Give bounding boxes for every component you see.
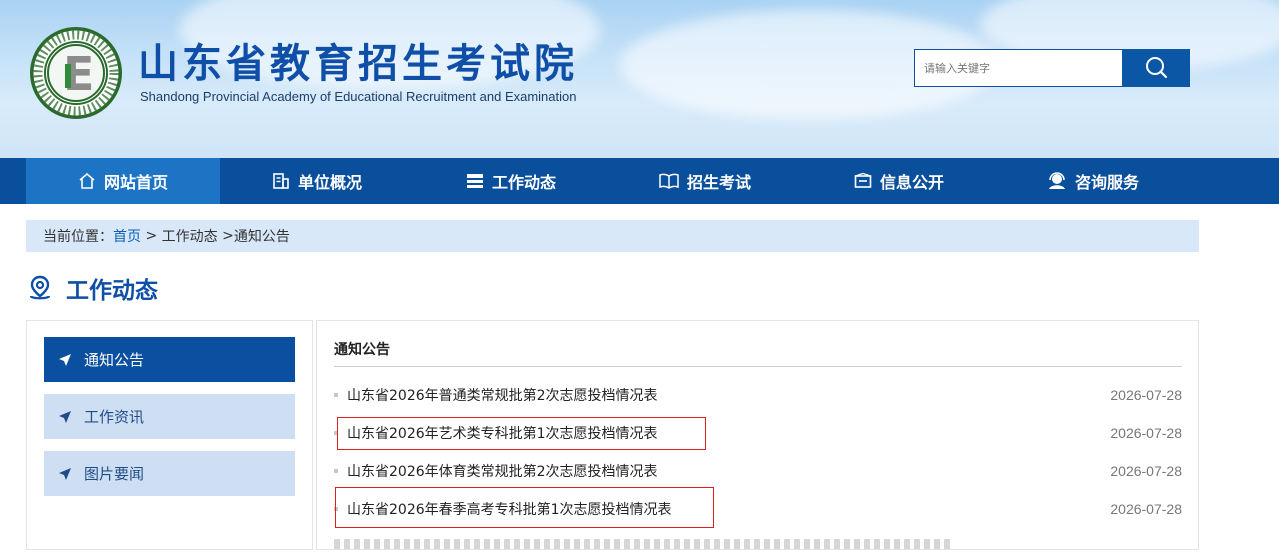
navigation-arrow-icon — [59, 467, 71, 480]
bullet-icon — [334, 431, 338, 435]
list-item-title[interactable]: 山东省2026年体育类常规批第2次志愿投档情况表 — [347, 461, 1110, 481]
home-icon — [79, 172, 95, 189]
nav-item-home[interactable]: 网站首页 — [26, 158, 220, 204]
nav-item-label: 单位概况 — [297, 173, 362, 192]
support-icon — [1048, 172, 1065, 189]
list-item-date: 2026-07-28 — [1110, 387, 1182, 403]
sidebar-item-label: 图片要闻 — [84, 465, 145, 483]
site-title: 山东省教育招生考试院 — [138, 41, 578, 87]
breadcrumb-separator: > — [217, 228, 234, 244]
breadcrumb: 当前位置： 首页 > 工作动态 > 通知公告 — [26, 220, 1199, 252]
breadcrumb-separator: > — [141, 228, 162, 244]
list-item-date: 2026-07-28 — [1110, 425, 1182, 441]
breadcrumb-home-link[interactable]: 首页 — [113, 226, 141, 246]
nav-item-exam[interactable]: 招生考试 — [608, 158, 802, 204]
list-item-date: 2026-07-28 — [1110, 501, 1182, 517]
divider — [334, 366, 1182, 367]
search-icon — [1146, 57, 1168, 79]
breadcrumb-section[interactable]: 工作动态 — [162, 226, 218, 246]
list-icon — [466, 174, 483, 188]
nav-item-work[interactable]: 工作动态 — [414, 158, 608, 204]
sidebar-item-label: 工作资讯 — [84, 408, 145, 426]
breadcrumb-prefix: 当前位置： — [43, 229, 113, 245]
nav-item-label: 信息公开 — [879, 173, 944, 192]
logo-inner: E — [47, 44, 105, 102]
sidebar: 通知公告 工作资讯 图片要闻 — [26, 320, 313, 550]
search-input[interactable] — [914, 49, 1123, 87]
list-item-title[interactable]: 山东省2026年艺术类专科批第1次志愿投档情况表 — [347, 423, 1110, 443]
site-logo[interactable]: E — [30, 27, 122, 119]
breadcrumb-current: 通知公告 — [233, 229, 290, 245]
list-item[interactable]: 山东省2026年体育类常规批第2次志愿投档情况表 2026-07-28 — [334, 456, 1182, 486]
inbox-icon — [854, 172, 872, 188]
nav-item-service[interactable]: 咨询服务 — [996, 158, 1190, 204]
content-panel: 通知公告 山东省2026年普通类常规批第2次志愿投档情况表 2026-07-28… — [316, 320, 1199, 550]
bullet-icon — [334, 507, 338, 511]
book-icon — [659, 173, 679, 189]
site-subtitle: Shandong Provincial Academy of Education… — [140, 89, 577, 104]
list-item-partial — [334, 537, 1182, 553]
bullet-icon — [334, 469, 338, 473]
sidebar-item-news[interactable]: 工作资讯 — [44, 394, 295, 439]
content-title: 通知公告 — [334, 342, 390, 358]
header-banner: E 山东省教育招生考试院 Shandong Provincial Academy… — [0, 0, 1279, 158]
partial-row-text — [334, 539, 954, 549]
list-item[interactable]: 山东省2026年艺术类专科批第1次志愿投档情况表 2026-07-28 — [334, 418, 1182, 448]
sidebar-item-photos[interactable]: 图片要闻 — [44, 451, 295, 496]
list-item[interactable]: 山东省2026年普通类常规批第2次志愿投档情况表 2026-07-28 — [334, 380, 1182, 410]
list-item[interactable]: 山东省2026年春季高考专科批第1次志愿投档情况表 2026-07-28 — [334, 494, 1182, 524]
sidebar-item-label: 通知公告 — [84, 351, 145, 369]
nav-item-label: 网站首页 — [103, 173, 168, 192]
sidebar-item-notices[interactable]: 通知公告 — [44, 337, 295, 382]
building-icon — [273, 173, 289, 189]
list-item-title[interactable]: 山东省2026年普通类常规批第2次志愿投档情况表 — [347, 385, 1110, 405]
list-item-date: 2026-07-28 — [1110, 463, 1182, 479]
list-item-title[interactable]: 山东省2026年春季高考专科批第1次志愿投档情况表 — [347, 499, 1110, 519]
logo-bar — [65, 64, 71, 88]
location-pin-icon — [29, 275, 51, 300]
section-heading: 工作动态 — [28, 272, 158, 304]
nav-item-about[interactable]: 单位概况 — [220, 158, 414, 204]
nav-item-label: 招生考试 — [686, 173, 751, 192]
main-nav: 网站首页 单位概况 工作动态 招生考试 信息公开 咨询服务 — [0, 158, 1279, 204]
nav-item-info[interactable]: 信息公开 — [802, 158, 996, 204]
navigation-arrow-icon — [59, 410, 71, 423]
nav-item-label: 工作动态 — [491, 173, 556, 192]
page-title: 工作动态 — [66, 278, 158, 304]
navigation-arrow-icon — [59, 353, 71, 366]
search-button[interactable] — [1122, 49, 1190, 87]
nav-item-label: 咨询服务 — [1074, 173, 1139, 192]
bullet-icon — [334, 393, 338, 397]
